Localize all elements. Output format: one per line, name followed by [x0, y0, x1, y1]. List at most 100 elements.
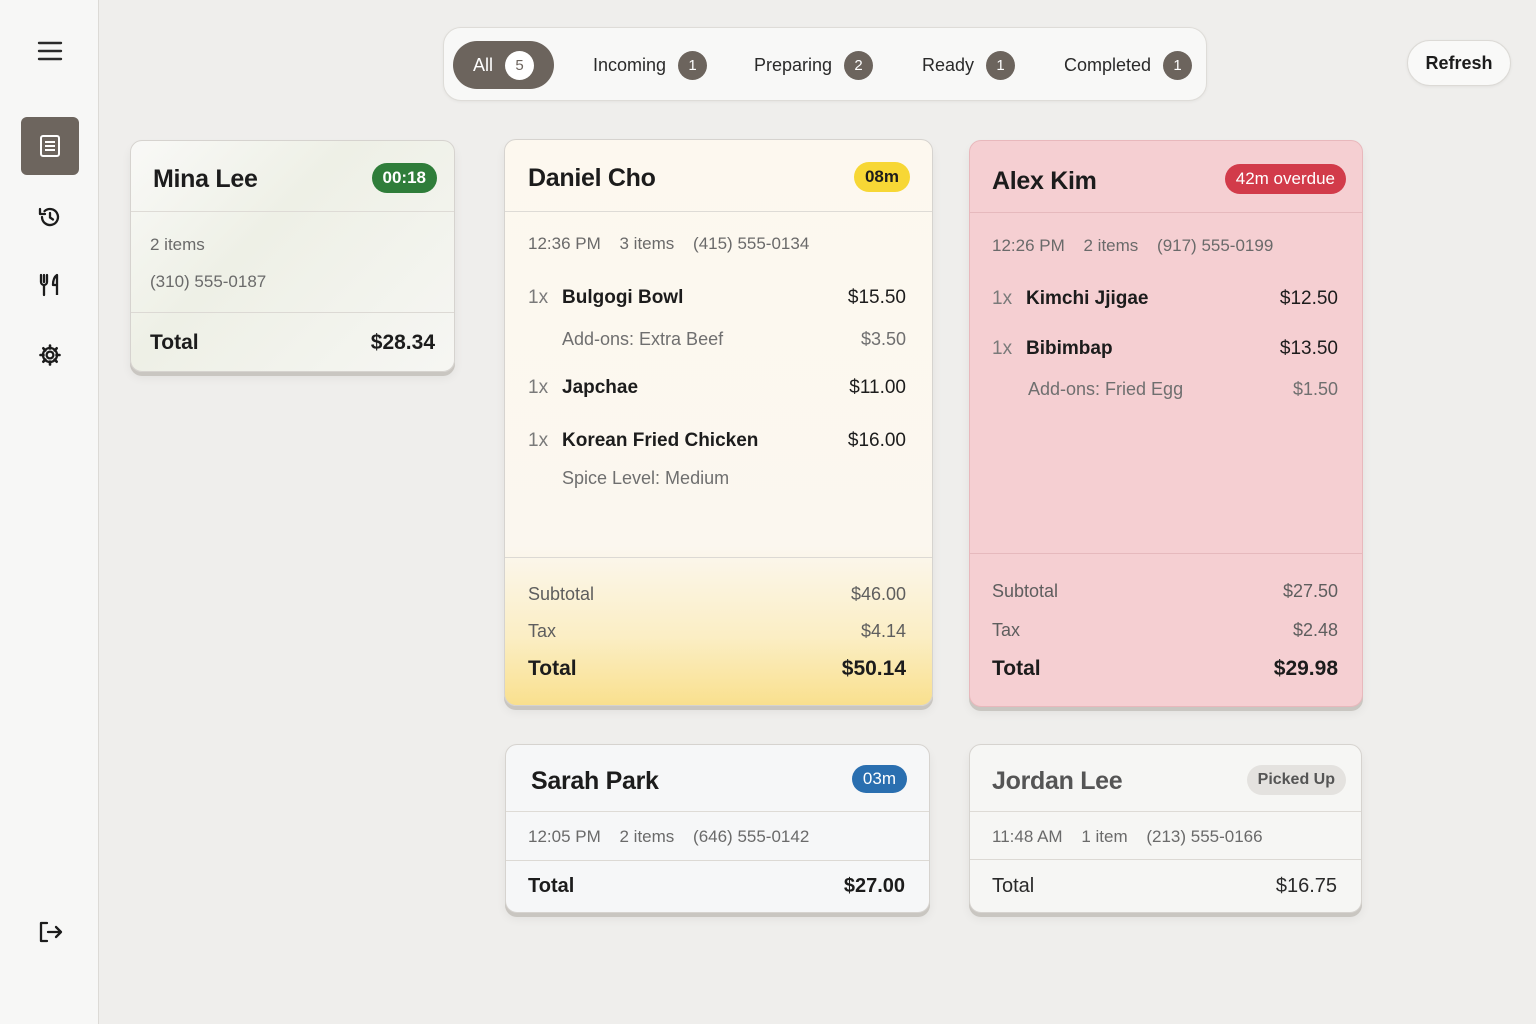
item-price: $13.50: [1279, 338, 1338, 359]
order-total: Total $29.98: [992, 657, 1338, 681]
tab-label: Preparing: [754, 54, 833, 75]
tab-label: All: [473, 54, 494, 75]
tab-count: 2: [844, 50, 874, 80]
tab-count: 5: [505, 50, 535, 80]
tab-incoming[interactable]: Incoming 1: [593, 41, 708, 89]
line-item: 1x Korean Fried Chicken $16.00: [528, 430, 906, 452]
order-card-incoming[interactable]: Mina Lee 00:18 2 items (310) 555-0187 To…: [130, 140, 455, 372]
item-qty: 1x: [528, 430, 549, 451]
line-item: 1x Bibimbap $13.50: [992, 338, 1338, 360]
timer-badge: 00:18: [371, 163, 437, 193]
customer-name: Alex Kim: [992, 167, 1097, 195]
item-qty: 1x: [528, 287, 549, 308]
item-name: Bibimbap: [1026, 338, 1113, 359]
order-card-overdue[interactable]: Alex Kim 42m overdue 12:26 PM 2 items (9…: [969, 140, 1363, 707]
order-card-completed[interactable]: Jordan Lee Picked Up 11:48 AM 1 item (21…: [969, 744, 1362, 913]
total-label: Total: [528, 875, 575, 897]
customer-name: Jordan Lee: [992, 767, 1123, 795]
order-card-ready[interactable]: Sarah Park 03m 12:05 PM 2 items (646) 55…: [505, 744, 930, 913]
status-badge: Picked Up: [1246, 765, 1346, 795]
order-card-header: Daniel Cho 08m: [505, 140, 932, 212]
item-qty: 1x: [528, 377, 549, 398]
nav-settings[interactable]: [21, 326, 79, 384]
item-name: Korean Fried Chicken: [562, 430, 759, 451]
item-count: 2 items: [619, 827, 675, 846]
item-name: Kimchi Jjigae: [1026, 288, 1149, 309]
customer-phone: (213) 555-0166: [1146, 827, 1263, 846]
order-total: Total $27.00: [528, 875, 905, 898]
logout-icon: [39, 921, 63, 943]
menu-button[interactable]: [21, 22, 79, 80]
tax-value: $2.48: [1292, 620, 1338, 640]
nav-menu-items[interactable]: [21, 256, 79, 314]
tab-all[interactable]: All 5: [453, 41, 555, 89]
overdue-badge: 42m overdue: [1224, 164, 1346, 194]
modifier-price: $3.50: [860, 329, 906, 349]
tax-value: $4.14: [860, 621, 906, 641]
tab-preparing[interactable]: Preparing 2: [754, 41, 874, 89]
customer-name: Mina Lee: [153, 165, 258, 193]
order-time: 12:05 PM: [528, 827, 601, 846]
order-card-header: Alex Kim 42m overdue: [970, 141, 1362, 213]
total-value: $50.14: [841, 657, 906, 680]
item-price: $12.50: [1279, 288, 1338, 309]
total-label: Total: [992, 875, 1035, 897]
order-card-header: Sarah Park 03m: [506, 745, 929, 812]
customer-name: Daniel Cho: [528, 164, 656, 192]
refresh-button[interactable]: Refresh: [1407, 40, 1511, 86]
timer-badge: 03m: [851, 765, 907, 793]
subtotal-row: Subtotal $27.50: [992, 581, 1338, 602]
item-modifier: Add-ons: Extra Beef $3.50: [562, 329, 906, 350]
nav-history[interactable]: [21, 188, 79, 246]
tab-label: Completed: [1064, 54, 1152, 75]
order-time: 12:36 PM: [528, 234, 601, 253]
order-time: 12:26 PM: [992, 236, 1065, 255]
line-item: 1x Japchae $11.00: [528, 377, 906, 399]
item-count: 2 items: [1083, 236, 1139, 255]
total-value: $27.00: [843, 875, 905, 897]
customer-phone: (415) 555-0134: [693, 234, 810, 253]
order-total: Total $50.14: [528, 657, 906, 681]
customer-phone: (917) 555-0199: [1157, 236, 1274, 255]
tab-completed[interactable]: Completed 1: [1064, 41, 1193, 89]
item-count: 3 items: [619, 234, 675, 253]
tab-label: Incoming: [593, 54, 667, 75]
customer-phone: (310) 555-0187: [150, 272, 267, 291]
timer-badge: 08m: [853, 162, 910, 192]
history-icon: [38, 207, 60, 227]
utensils-icon: [39, 273, 59, 297]
item-price: $15.50: [847, 287, 906, 308]
item-name: Bulgogi Bowl: [562, 287, 684, 308]
total-value: $29.98: [1273, 657, 1338, 680]
order-meta: 12:05 PM 2 items (646) 555-0142: [528, 827, 823, 847]
tax-row: Tax $4.14: [528, 621, 906, 642]
modifier-label: Spice Level: Medium: [562, 468, 730, 488]
modifier-price: $1.50: [1292, 379, 1338, 399]
order-card-header: Jordan Lee Picked Up: [970, 745, 1361, 812]
order-meta: 12:26 PM 2 items (917) 555-0199: [992, 236, 1287, 256]
tab-count: 1: [1163, 50, 1193, 80]
tax-label: Tax: [992, 620, 1021, 640]
order-card-preparing[interactable]: Daniel Cho 08m 12:36 PM 3 items (415) 55…: [504, 139, 933, 706]
nav-orders[interactable]: [21, 117, 79, 175]
orders-icon: [40, 135, 60, 157]
total-value: $16.75: [1275, 875, 1337, 897]
subtotal-row: Subtotal $46.00: [528, 584, 906, 605]
total-label: Total: [992, 657, 1041, 680]
tab-count: 1: [678, 50, 708, 80]
order-total: Total $16.75: [992, 875, 1337, 898]
tab-count: 1: [986, 50, 1016, 80]
tab-ready[interactable]: Ready 1: [922, 41, 1016, 89]
subtotal-value: $27.50: [1282, 581, 1338, 601]
gear-icon: [39, 344, 61, 366]
order-total: Total $28.34: [150, 331, 435, 355]
customer-phone: (646) 555-0142: [693, 827, 810, 846]
total-label: Total: [528, 657, 577, 680]
item-count: 1 item: [1081, 827, 1128, 846]
order-card-header: Mina Lee 00:18: [131, 141, 454, 212]
logout-button[interactable]: [36, 918, 64, 951]
total-value: $28.34: [370, 331, 435, 354]
item-modifier: Spice Level: Medium: [562, 468, 906, 489]
item-modifier: Add-ons: Fried Egg $1.50: [1028, 379, 1338, 400]
order-time: 11:48 AM: [992, 827, 1063, 846]
